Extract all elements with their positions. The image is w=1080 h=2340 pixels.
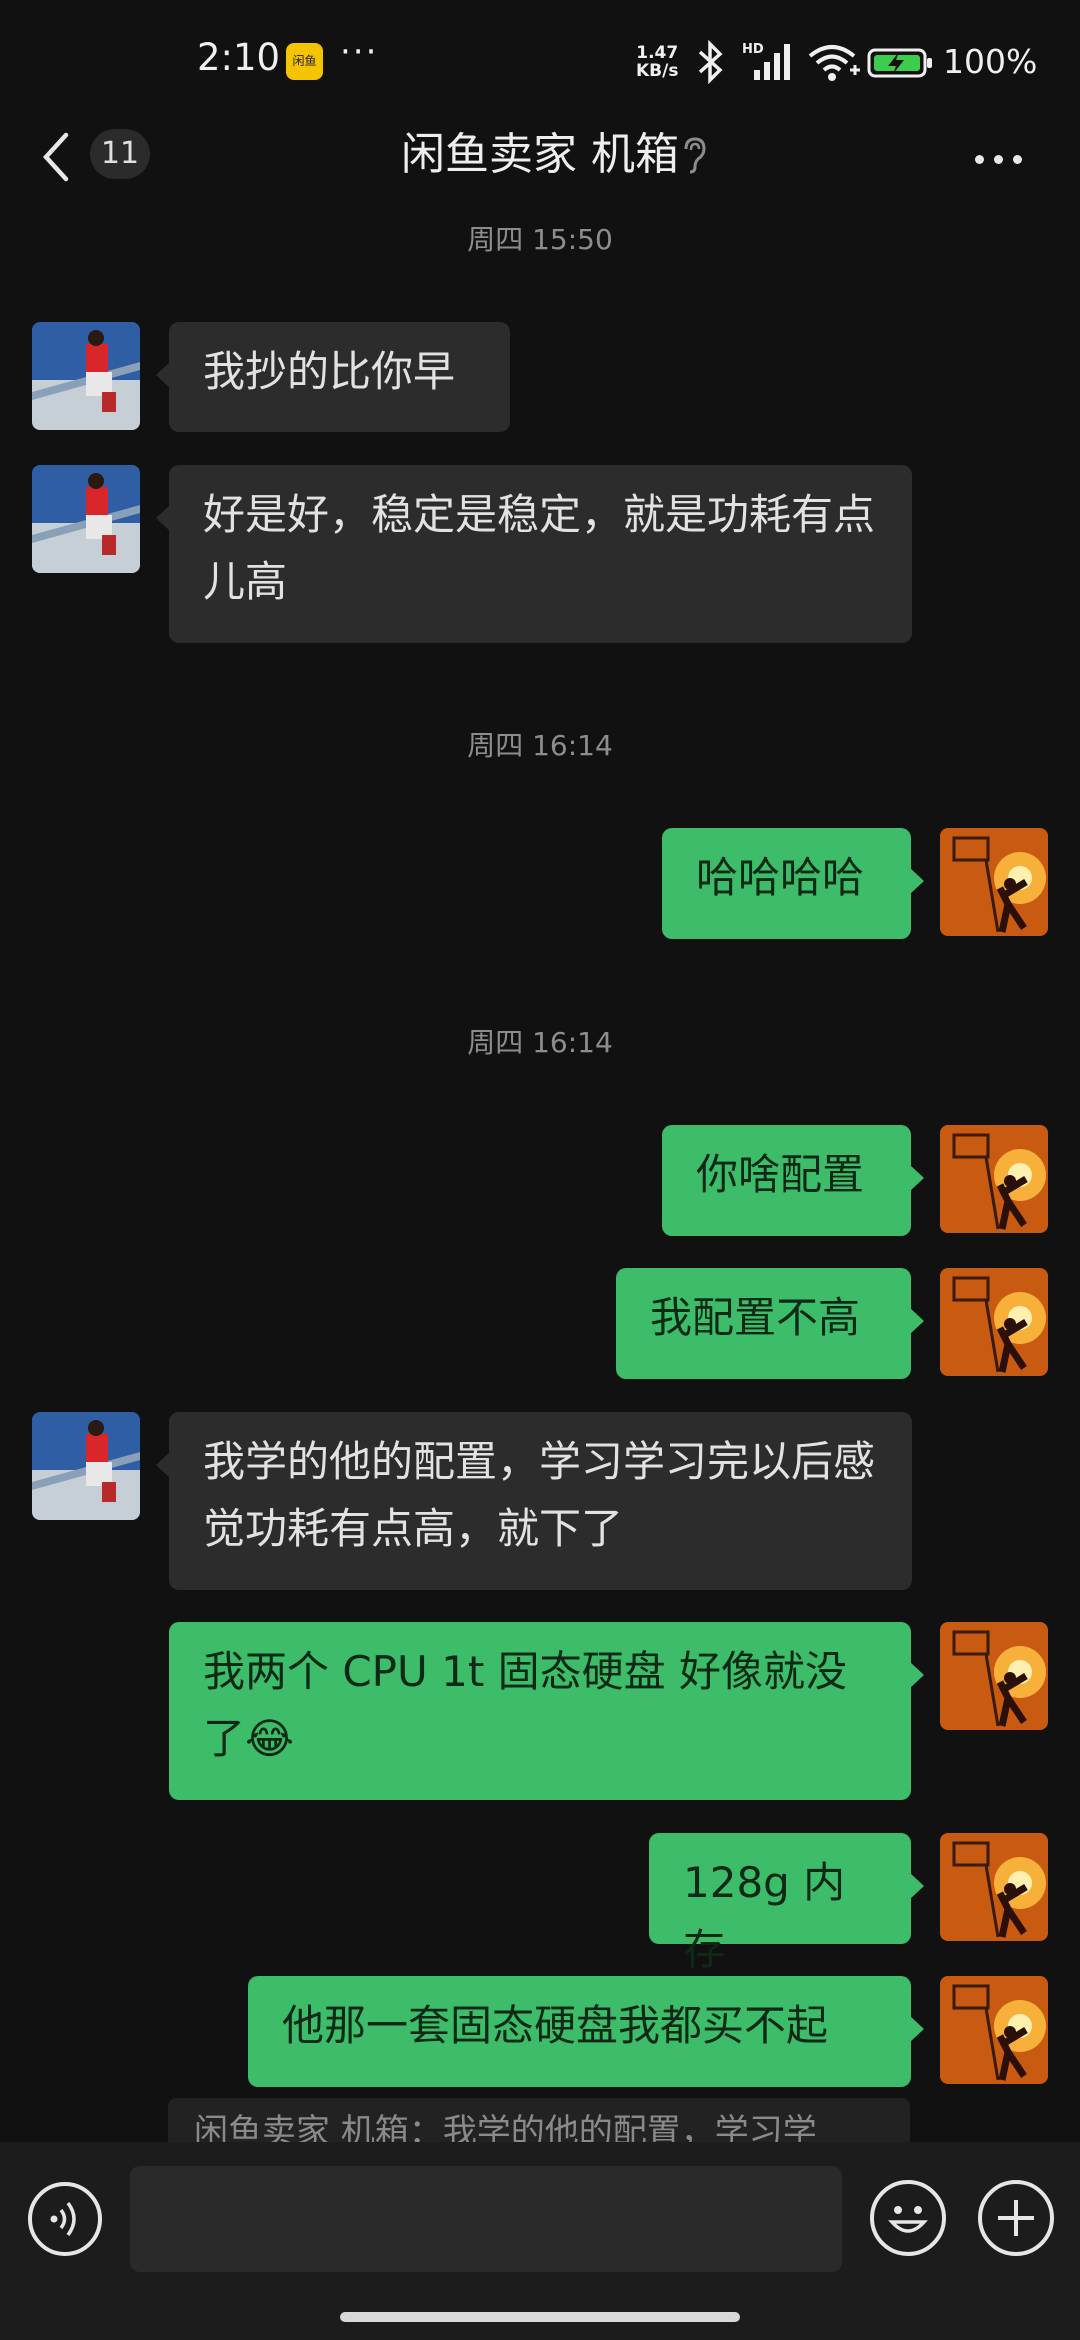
chat-screen: 2:10 闲鱼 ··· 1.47 KB/s HD 100% 11 闲鱼卖家 机箱… <box>0 0 1080 2340</box>
status-bar: 2:10 闲鱼 ··· 1.47 KB/s HD 100% <box>0 0 1080 125</box>
voice-button[interactable] <box>28 2182 102 2256</box>
bubble-tail <box>910 1873 924 1899</box>
chat-title-text: 闲鱼卖家 机箱 <box>401 129 679 180</box>
voice-icon <box>50 2201 76 2237</box>
message-bubble[interactable]: 你啥配置 <box>662 1125 911 1236</box>
bubble-tail <box>156 362 170 388</box>
more-options-button[interactable] <box>975 149 1035 165</box>
ear-icon <box>684 137 706 174</box>
network-type: HD <box>742 42 764 57</box>
input-bar <box>0 2142 1080 2340</box>
app-notification-icon: 闲鱼 <box>286 43 323 80</box>
message-bubble[interactable]: 我两个 CPU 1t 固态硬盘 好像就没了😂 <box>169 1622 911 1800</box>
signal-icon: HD <box>742 42 790 80</box>
chat-header: 11 闲鱼卖家 机箱 <box>0 125 1080 285</box>
more-dot <box>994 155 1003 164</box>
bubble-tail <box>910 868 924 894</box>
battery-percent: 100% <box>943 42 1038 81</box>
bubble-tail <box>910 1662 924 1688</box>
emoji-button[interactable] <box>870 2180 946 2256</box>
plus-icon <box>998 2200 1034 2236</box>
more-dots-icon <box>975 155 984 164</box>
my-avatar[interactable] <box>940 1622 1048 1730</box>
timestamp: 周四 16:14 <box>467 1026 613 1059</box>
message-bubble[interactable]: 我学的他的配置，学习学习完以后感觉功耗有点高，就下了 <box>169 1412 912 1590</box>
message-bubble[interactable]: 我抄的比你早 <box>169 322 510 432</box>
quoted-message[interactable]: 闲鱼卖家 机箱：我学的他的配置，学习学 <box>168 2098 910 2148</box>
timestamp: 周四 15:50 <box>467 223 613 256</box>
chat-title: 闲鱼卖家 机箱 <box>0 125 1080 185</box>
network-speed-unit: KB/s <box>636 61 679 81</box>
network-speed-value: 1.47 <box>636 43 679 63</box>
message-input[interactable] <box>130 2166 842 2272</box>
wifi-icon <box>808 45 860 81</box>
bubble-tail <box>156 1452 170 1478</box>
more-dot <box>1013 155 1022 164</box>
timestamp: 周四 16:14 <box>467 729 613 762</box>
bubble-tail <box>910 2016 924 2042</box>
more-functions-button[interactable] <box>978 2180 1054 2256</box>
my-avatar[interactable] <box>940 1268 1048 1376</box>
my-avatar[interactable] <box>940 1833 1048 1941</box>
message-bubble[interactable]: 我配置不高 <box>616 1268 911 1379</box>
message-bubble[interactable]: 好是好，稳定是稳定，就是功耗有点儿高 <box>169 465 912 643</box>
more-notifications-indicator: ··· <box>340 32 379 72</box>
contact-avatar[interactable] <box>32 1412 140 1520</box>
battery-icon <box>867 48 932 78</box>
contact-avatar[interactable] <box>32 465 140 573</box>
my-avatar[interactable] <box>940 828 1048 936</box>
message-bubble[interactable]: 128g 内存 <box>649 1833 911 1974</box>
status-time: 2:10 <box>197 36 281 79</box>
message-bubble[interactable]: 哈哈哈哈 <box>662 828 911 939</box>
my-avatar[interactable] <box>940 1125 1048 1233</box>
contact-avatar[interactable] <box>32 322 140 430</box>
network-speed: 1.47 KB/s <box>636 44 678 80</box>
my-avatar[interactable] <box>940 1976 1048 2084</box>
bubble-tail <box>910 1308 924 1334</box>
emoji-icon <box>888 2206 928 2233</box>
message-bubble[interactable]: 他那一套固态硬盘我都买不起 <box>248 1976 911 2087</box>
bluetooth-icon <box>698 40 723 84</box>
bubble-tail <box>910 1165 924 1191</box>
bubble-tail <box>156 505 170 531</box>
home-indicator[interactable] <box>340 2312 740 2322</box>
